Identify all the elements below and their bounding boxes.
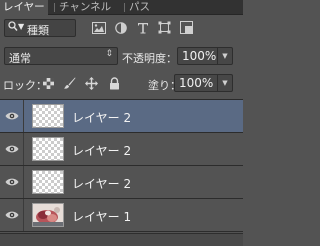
- opacity-value: 100%: [182, 49, 217, 63]
- layer-thumbnail: [32, 137, 64, 161]
- fill-field[interactable]: 100% ▼: [174, 74, 233, 92]
- adjustment-filter-icon[interactable]: [113, 20, 128, 35]
- layer-row[interactable]: レイヤー 2: [0, 133, 243, 166]
- layer-row[interactable]: レイヤー 1: [0, 199, 243, 232]
- lock-label: ロック：: [3, 79, 47, 92]
- tab-channels[interactable]: チャンネル: [56, 0, 114, 15]
- photo-thumbnail-image: [33, 204, 63, 226]
- visibility-toggle[interactable]: [0, 166, 24, 198]
- panel-tab-bar: レイヤー チャンネル パス: [0, 0, 243, 16]
- up-down-arrows-icon: ⇕: [105, 49, 113, 59]
- tab-layers[interactable]: レイヤー: [0, 0, 48, 16]
- visibility-toggle[interactable]: [0, 199, 24, 231]
- opacity-field[interactable]: 100% ▼: [177, 47, 233, 65]
- brush-icon[interactable]: [63, 77, 76, 90]
- layer-name[interactable]: レイヤー 2: [72, 109, 131, 126]
- layer-row[interactable]: レイヤー 2: [0, 100, 243, 133]
- search-icon: [8, 21, 18, 35]
- filter-kind-select[interactable]: ▼ 種類: [4, 19, 76, 37]
- chevron-down-icon: ▼: [18, 22, 25, 31]
- visibility-toggle[interactable]: [0, 100, 24, 132]
- chevron-down-icon[interactable]: ▼: [217, 48, 232, 64]
- eye-icon: [5, 143, 19, 155]
- smart-object-filter-icon[interactable]: [179, 20, 194, 35]
- lock-transparent-pixels-icon[interactable]: [42, 77, 55, 90]
- tab-divider: [54, 3, 55, 12]
- layer-thumbnail: [32, 104, 64, 128]
- blend-mode-select[interactable]: 通常 ⇕: [4, 47, 118, 65]
- chevron-down-icon[interactable]: ▼: [217, 75, 232, 91]
- layer-row[interactable]: レイヤー 2: [0, 166, 243, 199]
- filter-row: ▼ 種類: [0, 16, 243, 41]
- filter-kind-label: 種類: [27, 24, 49, 37]
- layers-list: レイヤー 2 レイヤー 2 レイヤー 2 レイヤー 1: [0, 99, 243, 233]
- move-icon[interactable]: [85, 77, 98, 90]
- layer-name[interactable]: レイヤー 2: [72, 142, 131, 159]
- eye-icon: [5, 209, 19, 221]
- shape-filter-icon[interactable]: [157, 20, 172, 35]
- lock-icon[interactable]: [108, 77, 121, 90]
- image-filter-icon[interactable]: [91, 20, 106, 35]
- eye-icon: [5, 176, 19, 188]
- eye-icon: [5, 110, 19, 122]
- blend-row: 通常 ⇕ 不透明度： 100% ▼: [0, 45, 243, 67]
- fill-value: 100%: [179, 76, 214, 90]
- opacity-label: 不透明度：: [122, 52, 177, 65]
- layer-name[interactable]: レイヤー 2: [72, 175, 131, 192]
- type-filter-icon[interactable]: [135, 20, 150, 35]
- lock-row: ロック： 塗り： 100% ▼: [0, 72, 243, 94]
- layer-thumbnail: [32, 170, 64, 194]
- tab-paths[interactable]: パス: [126, 0, 153, 15]
- blend-mode-value: 通常: [9, 52, 31, 65]
- layer-name[interactable]: レイヤー 1: [72, 208, 131, 225]
- visibility-toggle[interactable]: [0, 133, 24, 165]
- layer-thumbnail-photo: [32, 203, 64, 227]
- panel-footer: [0, 233, 243, 246]
- tab-divider: [124, 3, 125, 12]
